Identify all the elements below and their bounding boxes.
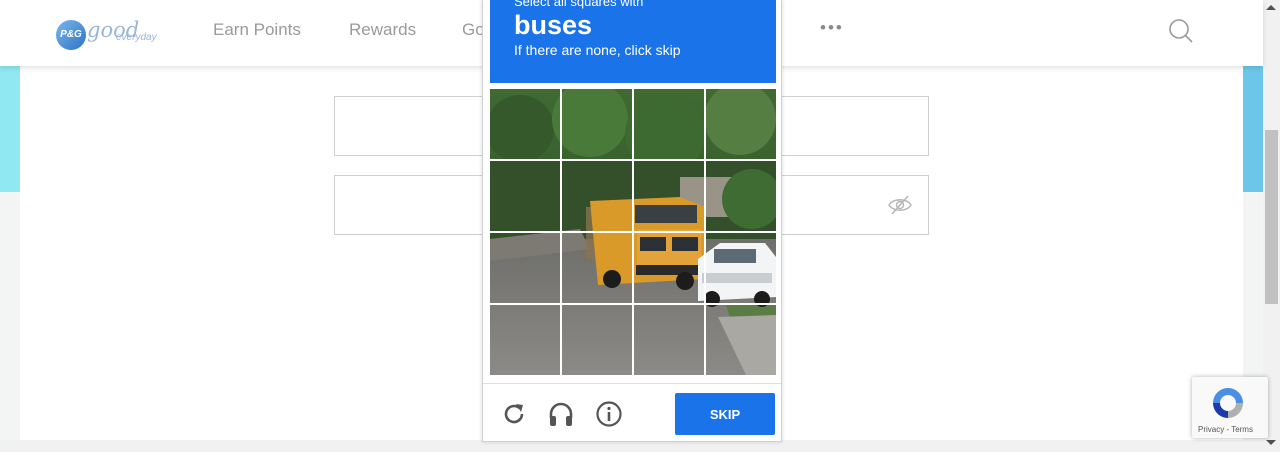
recaptcha-challenge: Select all squares with buses If there a… — [482, 0, 782, 442]
instruction-target: buses — [514, 10, 593, 40]
recaptcha-badge[interactable]: Privacy - Terms — [1192, 377, 1268, 438]
search-icon[interactable] — [1168, 18, 1194, 44]
skip-button[interactable]: SKIP — [675, 393, 775, 435]
instruction-prefix: Select all squares with — [514, 0, 644, 9]
reload-icon[interactable] — [500, 400, 528, 428]
headphones-icon[interactable] — [547, 400, 575, 428]
scroll-up-arrow[interactable] — [1266, 5, 1276, 10]
logo-badge: P&G — [56, 20, 86, 50]
nav-more-button[interactable]: ••• — [820, 18, 844, 38]
privacy-terms-links[interactable]: Privacy - Terms — [1198, 425, 1253, 434]
eye-slash-icon[interactable] — [887, 193, 913, 217]
image-grid — [490, 89, 776, 375]
scrollbar-thumb[interactable] — [1265, 130, 1278, 304]
info-icon[interactable] — [595, 400, 623, 428]
hero-band-left — [0, 60, 22, 192]
nav-earn-points[interactable]: Earn Points — [213, 20, 301, 40]
logo-tagline: everyday — [116, 32, 157, 43]
grid-lines — [490, 89, 776, 375]
challenge-instructions: Select all squares with buses If there a… — [490, 0, 776, 83]
scroll-down-arrow[interactable] — [1266, 440, 1276, 445]
hero-band-right — [1242, 60, 1264, 192]
pg-good-everyday-logo[interactable]: P&G good everyday — [56, 17, 166, 53]
challenge-footer: SKIP — [483, 383, 781, 442]
instruction-subtext: If there are none, click skip — [514, 42, 681, 58]
recaptcha-logo-icon — [1213, 388, 1243, 418]
nav-rewards[interactable]: Rewards — [349, 20, 416, 40]
